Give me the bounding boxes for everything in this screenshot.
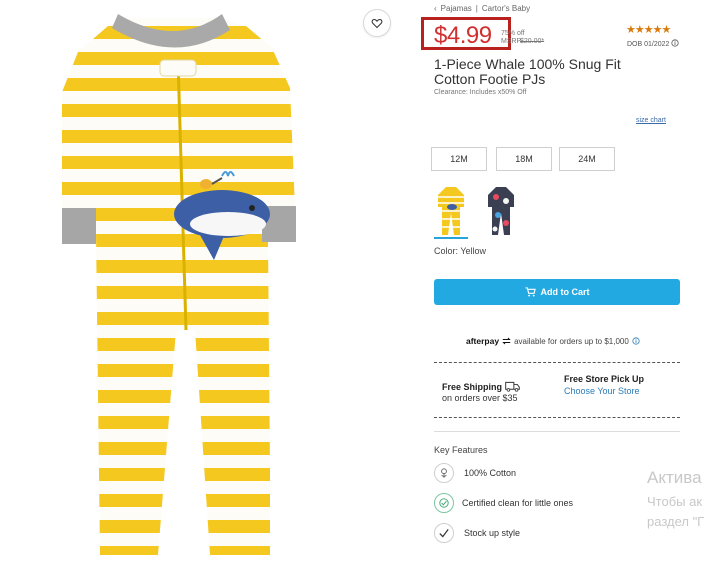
color-swatch-multi[interactable]	[484, 185, 518, 237]
wishlist-button[interactable]	[363, 9, 391, 37]
rating-stars[interactable]: ★★★★★	[626, 23, 671, 36]
heart-icon	[371, 18, 383, 29]
add-to-cart-button[interactable]: Add to Cart	[434, 279, 680, 305]
feature-cotton: 100% Cotton	[464, 468, 517, 478]
size-option-18m[interactable]: 18M	[496, 147, 552, 171]
feature-stock-up: Stock up style	[464, 528, 521, 538]
divider	[434, 362, 680, 363]
percent-off: 75% off	[501, 30, 525, 37]
certified-icon	[434, 493, 454, 513]
color-swatch-yellow[interactable]	[434, 185, 468, 239]
check-icon	[434, 523, 454, 543]
afterpay-info-icon[interactable]	[632, 337, 640, 345]
divider	[434, 431, 680, 432]
product-image	[0, 0, 400, 563]
info-icon[interactable]	[671, 39, 679, 47]
feature-certified: Certified clean for little ones	[462, 498, 574, 508]
product-title: 1-Piece Whale 100% Snug Fit Cotton Footi…	[434, 56, 621, 87]
color-label: Color: Yellow	[434, 246, 487, 256]
breadcrumb: ‹ Pajamas | Cartor's Baby	[434, 4, 531, 13]
dob-text: DOB 01/2022	[627, 39, 679, 48]
afterpay-logo: afterpay	[466, 336, 500, 346]
size-option-24m[interactable]: 24M	[559, 147, 615, 171]
afterpay-banner: afterpay available for orders up to $1,0…	[466, 336, 640, 346]
clearance-note: Clearance: Includes x50% Off	[434, 89, 527, 96]
choose-store-link[interactable]: Choose Your Store	[564, 386, 640, 396]
windows-activation-line1: Чтобы ак	[647, 494, 703, 509]
current-price: $4.99	[434, 22, 492, 49]
size-option-12m[interactable]: 12M	[431, 147, 487, 171]
store-pickup-title: Free Store Pick Up	[564, 374, 645, 384]
footie-pajama-image	[62, 14, 296, 555]
truck-icon	[504, 381, 520, 392]
windows-activation-line2: раздел "Г	[647, 514, 705, 529]
afterpay-text: available for orders up to $1,000	[514, 336, 629, 346]
size-chart-link[interactable]: size chart	[636, 117, 666, 124]
cotton-icon	[434, 463, 454, 483]
windows-activation-title: Актива	[647, 468, 702, 487]
free-shipping-title: Free Shipping	[442, 381, 520, 392]
breadcrumb-link-brand[interactable]: Cartor's Baby	[482, 4, 530, 13]
msrp-value: $20.00*	[520, 38, 545, 45]
add-to-cart-label: Add to Cart	[540, 287, 590, 297]
key-features-title: Key Features	[434, 445, 488, 455]
msrp-label: MSRP	[501, 38, 522, 45]
divider	[434, 417, 680, 418]
multicolor-swatch-image	[488, 187, 514, 235]
yellow-swatch-image	[438, 187, 464, 235]
breadcrumb-link-pajamas[interactable]: Pajamas	[441, 4, 472, 13]
free-shipping-subtitle: on orders over $35	[442, 393, 518, 403]
afterpay-arrows-icon	[502, 337, 511, 345]
cart-icon	[525, 287, 536, 297]
back-chevron-icon: ‹	[434, 4, 437, 13]
